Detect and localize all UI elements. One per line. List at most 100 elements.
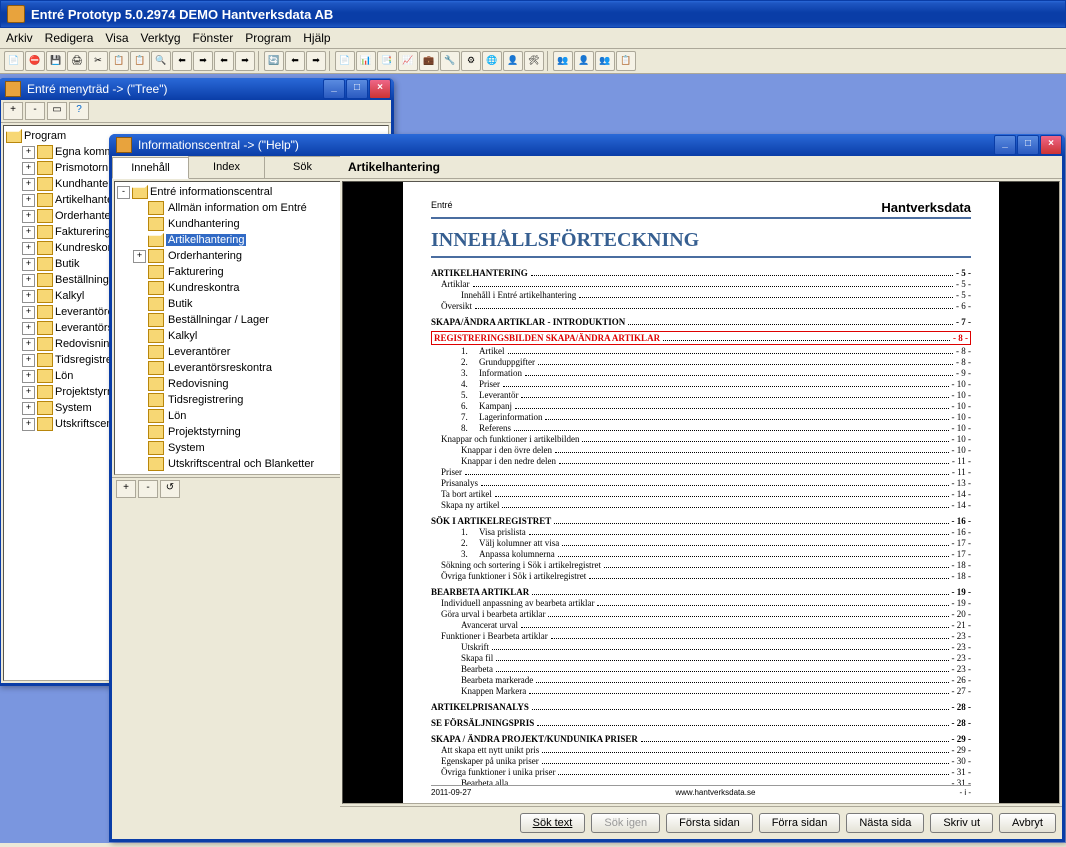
nav-root[interactable]: -Entré informationscentral xyxy=(117,184,343,200)
menu-fönster[interactable]: Fönster xyxy=(193,31,234,45)
toc-entry[interactable]: Bearbeta- 23 - xyxy=(431,664,971,674)
toolbar-button[interactable]: 🔄 xyxy=(264,51,284,71)
toc-entry[interactable]: Knappar i den övre delen- 10 - xyxy=(431,445,971,455)
nav-item[interactable]: Beställningar / Lager xyxy=(133,312,343,328)
first-page-button[interactable]: Första sidan xyxy=(666,813,753,833)
toolbar-button[interactable]: ⬅ xyxy=(285,51,305,71)
toolbar-button[interactable]: 📋 xyxy=(109,51,129,71)
toc-entry[interactable]: Bearbeta markerade- 26 - xyxy=(431,675,971,685)
tree-titlebar[interactable]: Entré menyträd -> ("Tree") _ □ × xyxy=(0,78,394,100)
toc-entry[interactable]: Knappen Markera- 27 - xyxy=(431,686,971,696)
toolbar-button[interactable]: 📋 xyxy=(130,51,150,71)
toc-entry[interactable]: Att skapa ett nytt unikt pris- 29 - xyxy=(431,745,971,755)
minimize-button[interactable]: _ xyxy=(323,79,345,99)
nav-item[interactable]: Projektstyrning xyxy=(133,424,343,440)
toc-entry[interactable]: 1.Artikel- 8 - xyxy=(431,346,971,356)
toc-entry[interactable]: BEARBETA ARTIKLAR- 19 - xyxy=(431,587,971,597)
expand-all-button[interactable]: + xyxy=(3,102,23,120)
nav-item[interactable]: Butik xyxy=(133,296,343,312)
toc-entry[interactable]: Funktioner i Bearbeta artiklar- 23 - xyxy=(431,631,971,641)
toolbar-button[interactable]: 🖨 xyxy=(67,51,87,71)
toolbar-button[interactable]: ⬅ xyxy=(214,51,234,71)
nav-item[interactable]: Leverantörer xyxy=(133,344,343,360)
help-bottom-button[interactable]: + xyxy=(116,480,136,498)
nav-item[interactable]: Fakturering xyxy=(133,264,343,280)
nav-item[interactable]: Utskriftscentral och Blanketter xyxy=(133,456,343,472)
nav-item[interactable]: Kundhantering xyxy=(133,216,343,232)
toc-entry[interactable]: Skapa ny artikel- 14 - xyxy=(431,500,971,510)
help-tab-sök[interactable]: Sök xyxy=(264,156,341,178)
nav-item[interactable]: Kalkyl xyxy=(133,328,343,344)
toc-entry[interactable]: 4.Priser- 10 - xyxy=(431,379,971,389)
toc-entry[interactable]: Utskrift- 23 - xyxy=(431,642,971,652)
help-bottom-button[interactable]: - xyxy=(138,480,158,498)
toc-entry[interactable]: Övriga funktioner i unika priser- 31 - xyxy=(431,767,971,777)
toolbar-button[interactable]: 🔍 xyxy=(151,51,171,71)
menu-arkiv[interactable]: Arkiv xyxy=(6,31,33,45)
toc-entry[interactable]: 6.Kampanj- 10 - xyxy=(431,401,971,411)
help-tab-innehåll[interactable]: Innehåll xyxy=(112,157,189,179)
menu-redigera[interactable]: Redigera xyxy=(45,31,94,45)
tree-help-button[interactable]: ? xyxy=(69,102,89,120)
tree-tool-button[interactable]: ▭ xyxy=(47,102,67,120)
next-page-button[interactable]: Nästa sida xyxy=(846,813,924,833)
toolbar-button[interactable]: ⛔ xyxy=(25,51,45,71)
toc-entry[interactable]: 1.Visa prislista- 16 - xyxy=(431,527,971,537)
toolbar-button[interactable]: ⬅ xyxy=(172,51,192,71)
collapse-all-button[interactable]: - xyxy=(25,102,45,120)
nav-item[interactable]: Leverantörsreskontra xyxy=(133,360,343,376)
toc-entry[interactable]: Artiklar- 5 - xyxy=(431,279,971,289)
toc-entry[interactable]: Innehåll i Entré artikelhantering- 5 - xyxy=(431,290,971,300)
toolbar-button[interactable]: 👥 xyxy=(595,51,615,71)
toc-entry[interactable]: Prisanalys- 13 - xyxy=(431,478,971,488)
toolbar-button[interactable]: 📈 xyxy=(398,51,418,71)
toc-entry[interactable]: 2.Grunduppgifter- 8 - xyxy=(431,357,971,367)
toc-entry[interactable]: SÖK I ARTIKELREGISTRET- 16 - xyxy=(431,516,971,526)
help-bottom-button[interactable]: ↺ xyxy=(160,480,180,498)
document-viewer[interactable]: Entré Hantverksdata INNEHÅLLSFÖRTECKNING… xyxy=(342,181,1060,804)
nav-item[interactable]: Tidsregistrering xyxy=(133,392,343,408)
toc-entry[interactable]: ARTIKELPRISANALYS- 28 - xyxy=(431,702,971,712)
toc-entry[interactable]: 2.Välj kolumner att visa- 17 - xyxy=(431,538,971,548)
help-nav-tree[interactable]: -Entré informationscentralAllmän informa… xyxy=(114,181,346,475)
toolbar-button[interactable]: ➡ xyxy=(306,51,326,71)
toc-entry[interactable]: Knappar och funktioner i artikelbilden- … xyxy=(431,434,971,444)
toc-entry[interactable]: SKAPA/ÄNDRA ARTIKLAR - INTRODUKTION- 7 - xyxy=(431,317,971,327)
nav-item[interactable]: Allmän information om Entré xyxy=(133,200,343,216)
menu-verktyg[interactable]: Verktyg xyxy=(141,31,181,45)
maximize-button[interactable]: □ xyxy=(1017,135,1039,155)
toolbar-button[interactable]: ✂ xyxy=(88,51,108,71)
toc-entry[interactable]: 7.Lagerinformation- 10 - xyxy=(431,412,971,422)
prev-page-button[interactable]: Förra sidan xyxy=(759,813,841,833)
menu-program[interactable]: Program xyxy=(245,31,291,45)
toc-entry[interactable]: ARTIKELHANTERING- 5 - xyxy=(431,268,971,278)
toolbar-button[interactable]: 👤 xyxy=(503,51,523,71)
toc-entry[interactable]: SKAPA / ÄNDRA PROJEKT/KUNDUNIKA PRISER- … xyxy=(431,734,971,744)
toc-entry[interactable]: Göra urval i bearbeta artiklar- 20 - xyxy=(431,609,971,619)
toolbar-button[interactable]: 🌐 xyxy=(482,51,502,71)
nav-item[interactable]: Kundreskontra xyxy=(133,280,343,296)
nav-item[interactable]: System xyxy=(133,440,343,456)
toolbar-button[interactable]: 👤 xyxy=(574,51,594,71)
cancel-button[interactable]: Avbryt xyxy=(999,813,1056,833)
toc-entry[interactable]: Avancerat urval- 21 - xyxy=(431,620,971,630)
toolbar-button[interactable]: 📊 xyxy=(356,51,376,71)
close-button[interactable]: × xyxy=(369,79,391,99)
toc-entry[interactable]: 8.Referens- 10 - xyxy=(431,423,971,433)
toolbar-button[interactable]: ⚙ xyxy=(461,51,481,71)
toc-entry[interactable]: 3.Information- 9 - xyxy=(431,368,971,378)
help-titlebar[interactable]: Informationscentral -> ("Help") _ □ × xyxy=(109,134,1065,156)
minimize-button[interactable]: _ xyxy=(994,135,1016,155)
toolbar-button[interactable]: 📑 xyxy=(377,51,397,71)
toc-entry[interactable]: 3.Anpassa kolumnerna- 17 - xyxy=(431,549,971,559)
toc-entry[interactable]: Egenskaper på unika priser- 30 - xyxy=(431,756,971,766)
toc-entry[interactable]: REGISTRERINGSBILDEN SKAPA/ÄNDRA ARTIKLAR… xyxy=(431,331,971,345)
toc-entry[interactable]: Skapa fil- 23 - xyxy=(431,653,971,663)
nav-item[interactable]: Redovisning xyxy=(133,376,343,392)
toc-entry[interactable]: Knappar i den nedre delen- 11 - xyxy=(431,456,971,466)
toolbar-button[interactable]: 💼 xyxy=(419,51,439,71)
toolbar-button[interactable]: 🔧 xyxy=(440,51,460,71)
toc-entry[interactable]: Sökning och sortering i Sök i artikelreg… xyxy=(431,560,971,570)
toc-entry[interactable]: Övriga funktioner i Sök i artikelregistr… xyxy=(431,571,971,581)
print-button[interactable]: Skriv ut xyxy=(930,813,993,833)
